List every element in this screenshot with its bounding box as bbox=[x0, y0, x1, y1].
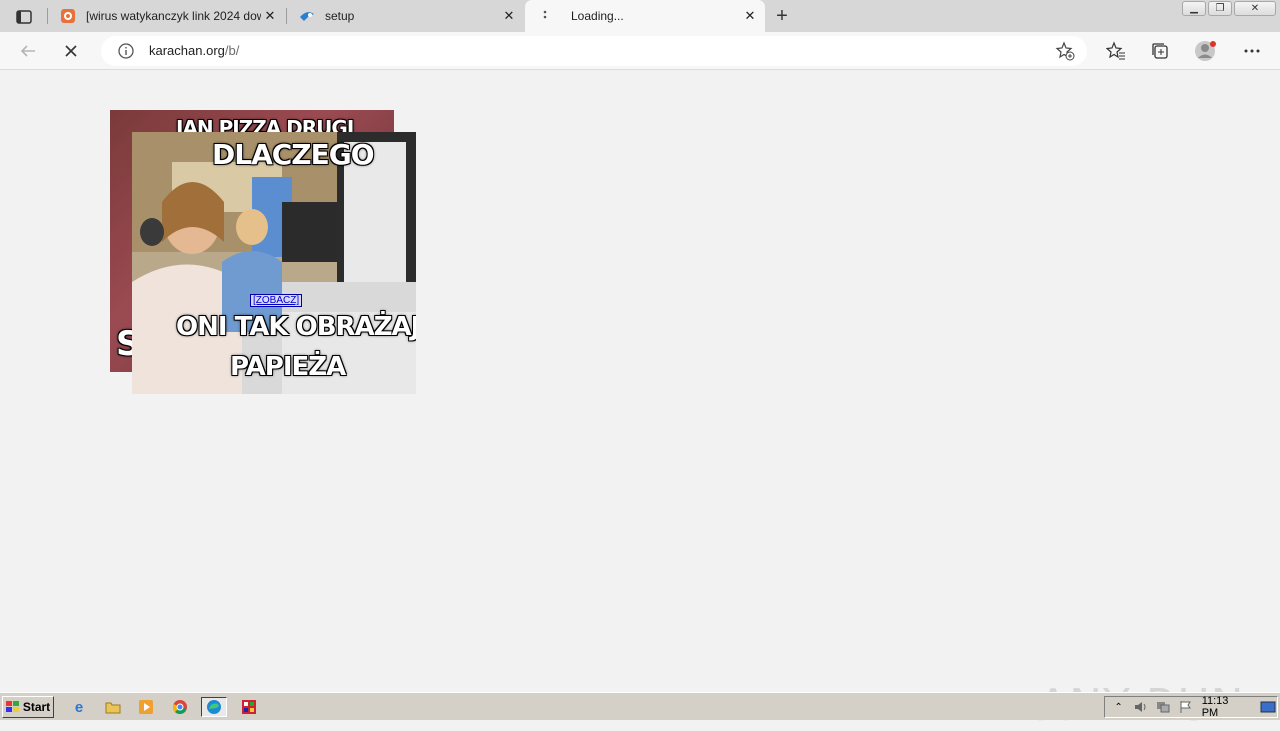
edge-taskbar-button[interactable] bbox=[201, 697, 227, 717]
chrome-quicklaunch[interactable] bbox=[169, 697, 191, 717]
plus-icon: + bbox=[776, 4, 788, 27]
tab-close-icon[interactable]: ✕ bbox=[261, 7, 279, 25]
collections-button[interactable] bbox=[1146, 37, 1174, 65]
profile-button[interactable] bbox=[1192, 37, 1220, 65]
internet-explorer-icon: e bbox=[74, 698, 84, 716]
restore-button[interactable]: ❐ bbox=[1208, 1, 1232, 16]
start-label: Start bbox=[22, 700, 51, 714]
url-host: karachan.org bbox=[149, 43, 225, 58]
tab-actions-button[interactable] bbox=[8, 6, 40, 28]
edge-icon bbox=[207, 700, 221, 714]
karachan-favicon-icon bbox=[60, 8, 76, 24]
meme-front-bottom-text-1: ONI TAK OBRAŻAJĄ bbox=[176, 312, 416, 342]
system-tray: ⌃ 11:13 PM bbox=[1104, 695, 1278, 719]
address-bar[interactable]: karachan.org/b/ bbox=[101, 36, 1087, 66]
settings-menu-button[interactable] bbox=[1238, 37, 1266, 65]
new-tab-button[interactable]: + bbox=[770, 4, 794, 28]
site-info-icon[interactable] bbox=[117, 42, 135, 60]
avatar-icon bbox=[1195, 41, 1216, 61]
tab-strip: [wirus watykanczyk link 2024 dow ✕ setup… bbox=[0, 0, 1280, 32]
more-dots-icon bbox=[1244, 49, 1260, 53]
tab-setup[interactable]: setup ✕ bbox=[287, 0, 524, 32]
ie-quicklaunch[interactable]: e bbox=[68, 697, 90, 717]
meme-image-front[interactable]: DLACZEGO ONI TAK OBRAŻAJĄ PAPIEŻA [ZOBAC… bbox=[132, 132, 416, 394]
tab-title: setup bbox=[325, 9, 355, 23]
tray-expand-icon[interactable]: ⌃ bbox=[1110, 699, 1127, 715]
close-window-button[interactable]: ✕ bbox=[1234, 1, 1276, 16]
add-favorite-icon[interactable] bbox=[1055, 41, 1075, 61]
tab-title: Loading... bbox=[571, 9, 624, 23]
page-content: JAN PIZZA DRUGI S DLACZEGO ONI TAK OBRAŻ… bbox=[0, 70, 1280, 731]
app-grid-icon bbox=[242, 700, 256, 714]
app-taskbar-button[interactable] bbox=[236, 697, 262, 717]
chrome-icon bbox=[172, 700, 187, 714]
tab-close-icon[interactable]: ✕ bbox=[500, 7, 518, 25]
clock[interactable]: 11:13 PM bbox=[1202, 695, 1246, 719]
zobacz-link[interactable]: [ZOBACZ] bbox=[250, 294, 303, 307]
stop-loading-button[interactable] bbox=[57, 37, 85, 65]
start-button[interactable]: Start bbox=[2, 696, 54, 718]
explorer-quicklaunch[interactable] bbox=[102, 697, 124, 717]
tab-close-icon[interactable]: ✕ bbox=[741, 7, 759, 25]
window-controls: ▁ ❐ ✕ bbox=[1182, 1, 1276, 17]
media-player-quicklaunch[interactable] bbox=[135, 697, 157, 717]
taskbar: Start e ⌃ 11:13 PM bbox=[0, 692, 1280, 720]
collections-icon bbox=[1152, 43, 1168, 59]
tab-actions-icon bbox=[16, 10, 32, 24]
loading-spinner-icon bbox=[537, 8, 553, 24]
meme-front-top-text: DLACZEGO bbox=[212, 138, 375, 171]
tab-loading[interactable]: Loading... ✕ bbox=[525, 0, 765, 32]
volume-icon[interactable] bbox=[1132, 699, 1149, 715]
back-button[interactable] bbox=[14, 37, 42, 65]
media-player-icon bbox=[139, 700, 153, 714]
close-icon: ✕ bbox=[1250, 3, 1260, 14]
network-icon[interactable] bbox=[1154, 699, 1171, 715]
browser-toolbar: karachan.org/b/ bbox=[0, 32, 1280, 70]
stop-x-icon bbox=[65, 45, 77, 57]
meme-front-bottom-text-2: PAPIEŻA bbox=[230, 352, 346, 382]
restore-icon: ❐ bbox=[1215, 3, 1225, 14]
action-center-flag-icon[interactable] bbox=[1177, 699, 1194, 715]
back-arrow-icon bbox=[20, 45, 35, 57]
favorites-icon bbox=[1106, 41, 1125, 60]
url-path: /b/ bbox=[224, 43, 240, 58]
minimize-icon: ▁ bbox=[1190, 3, 1198, 14]
tab-title: [wirus watykanczyk link 2024 dow bbox=[86, 9, 261, 23]
tab-karachan[interactable]: [wirus watykanczyk link 2024 dow ✕ bbox=[48, 0, 285, 32]
show-desktop-icon[interactable] bbox=[1260, 699, 1277, 715]
favorites-button[interactable] bbox=[1102, 37, 1130, 65]
minimize-button[interactable]: ▁ bbox=[1182, 1, 1206, 16]
folder-icon bbox=[105, 702, 121, 714]
setup-favicon-icon bbox=[299, 8, 315, 24]
windows-logo-icon bbox=[5, 701, 19, 712]
url-text[interactable]: karachan.org/b/ bbox=[149, 43, 239, 58]
